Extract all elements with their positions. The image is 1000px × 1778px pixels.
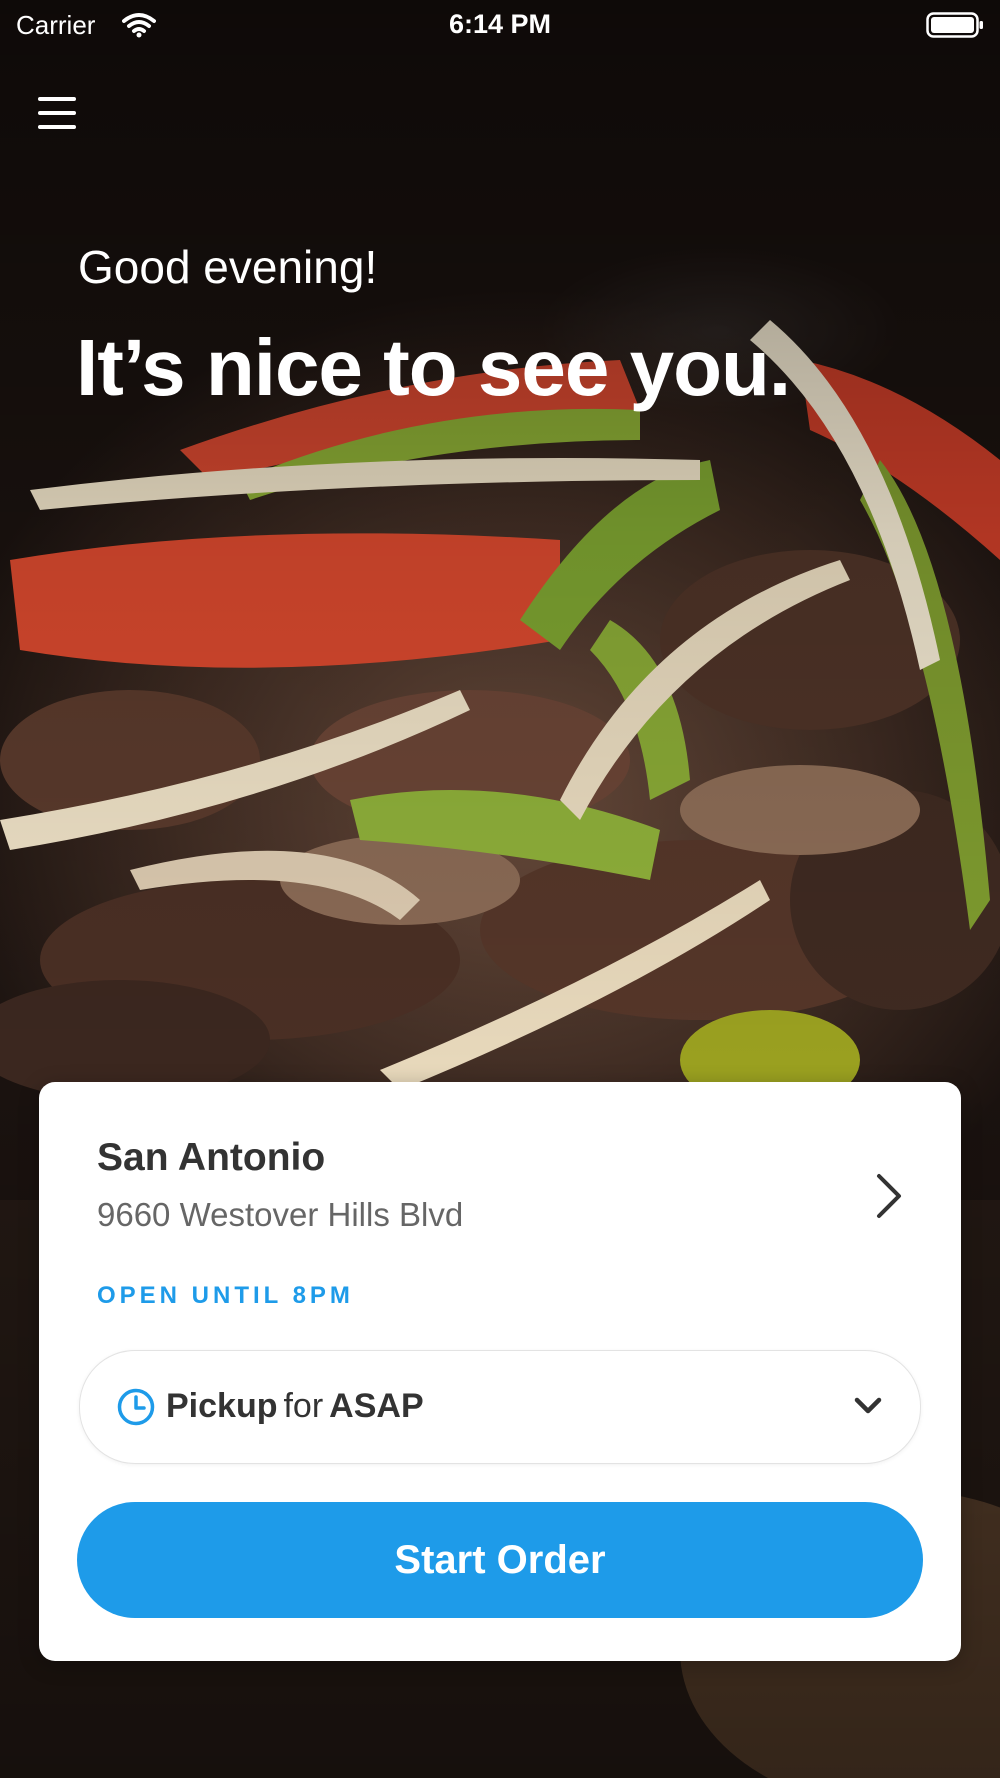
status-bar: Carrier 6:14 PM bbox=[0, 0, 1000, 50]
chevron-right-icon[interactable] bbox=[869, 1170, 909, 1222]
location-address: 9660 Westover Hills Blvd bbox=[97, 1196, 464, 1233]
start-order-button[interactable]: Start Order bbox=[77, 1502, 923, 1618]
order-mode-label: Pickup bbox=[166, 1387, 278, 1425]
order-time-label: ASAP bbox=[329, 1387, 424, 1425]
location-name: San Antonio bbox=[97, 1136, 326, 1179]
status-time: 6:14 PM bbox=[448, 9, 552, 39]
menu-icon[interactable] bbox=[38, 95, 78, 131]
clock-icon bbox=[116, 1387, 156, 1427]
open-status-label: OPEN UNTIL 8PM bbox=[97, 1282, 354, 1309]
pickup-summary: Pickup for ASAP bbox=[166, 1387, 424, 1426]
chevron-down-icon bbox=[852, 1395, 884, 1417]
order-mode-connector: for bbox=[283, 1387, 324, 1425]
battery-icon bbox=[926, 12, 984, 43]
headline-text: It’s nice to see you. bbox=[76, 323, 791, 412]
pickup-time-selector[interactable]: Pickup for ASAP bbox=[79, 1350, 921, 1464]
greeting-text: Good evening! bbox=[78, 241, 378, 293]
location-card: San Antonio 9660 Westover Hills Blvd OPE… bbox=[39, 1082, 961, 1661]
